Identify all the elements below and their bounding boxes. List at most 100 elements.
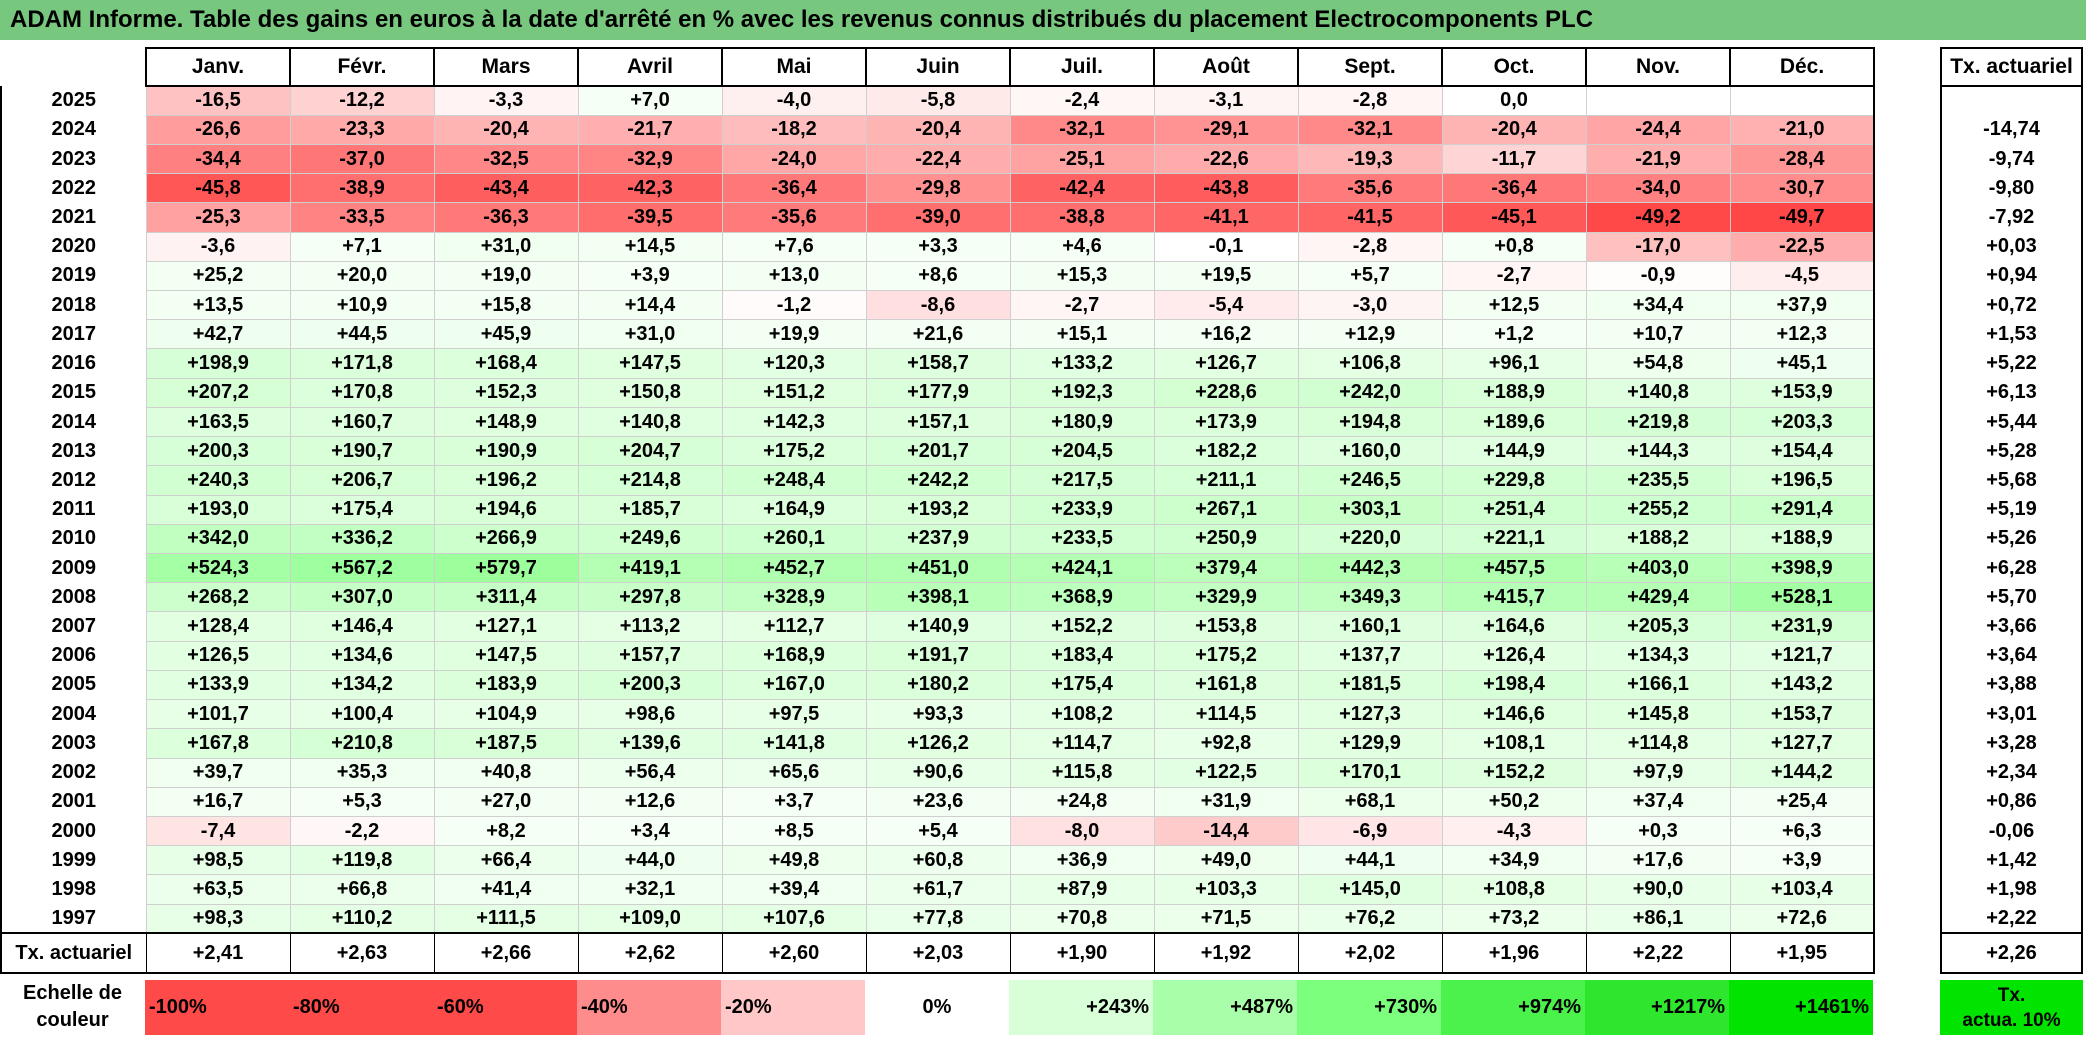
actuarial-rate-cell: +5,68 — [1940, 465, 2083, 496]
year-label: 2020 — [0, 232, 146, 262]
gain-cell: +291,4 — [1729, 495, 1875, 525]
gain-cell: +200,3 — [577, 670, 723, 701]
gain-cell: -6,9 — [1297, 816, 1443, 847]
gain-cell: +429,4 — [1585, 582, 1731, 613]
gain-cell: +106,8 — [1297, 348, 1443, 379]
gain-cell: -32,5 — [433, 144, 579, 175]
gain-cell: +66,4 — [433, 845, 579, 876]
gain-cell: +8,5 — [721, 816, 867, 847]
gain-cell: +23,6 — [865, 787, 1011, 817]
gain-cell: +528,1 — [1729, 582, 1875, 613]
gain-cell: -26,6 — [145, 115, 291, 145]
table-row: 2018 +13,5 +10,9 +15,8 +14,4 -1,2 -8,6 -2,7 -5,4… — [0, 290, 1875, 321]
gain-cell: +175,2 — [1153, 641, 1299, 671]
gain-cell: +141,8 — [721, 728, 867, 759]
gain-cell: +68,1 — [1297, 787, 1443, 817]
gain-cell: -34,4 — [145, 144, 291, 175]
gain-cell: +1,2 — [1441, 319, 1587, 350]
gain-cell: +60,8 — [865, 845, 1011, 876]
gain-cell: +108,2 — [1009, 699, 1155, 730]
gain-cell: +13,5 — [145, 290, 291, 321]
gain-cell: +93,3 — [865, 699, 1011, 730]
month-header: Déc. — [1729, 47, 1875, 87]
gain-cell: +151,2 — [721, 378, 867, 408]
gain-cell: +97,5 — [721, 699, 867, 730]
gain-cell: +379,4 — [1153, 553, 1299, 584]
gain-cell: +297,8 — [577, 582, 723, 613]
actuarial-swatch-line1: Tx. — [1997, 985, 2026, 1006]
scale-swatch: +974% — [1441, 980, 1585, 1035]
table-row: 2006 +126,5 +134,6 +147,5 +157,7 +168,9 +191,7… — [0, 641, 1875, 671]
table-row: 2019 +25,2 +20,0 +19,0 +3,9 +13,0 +8,6 +15,3 +19… — [0, 261, 1875, 292]
actuarial-rate-cell — [1940, 86, 2083, 116]
gain-cell: +452,7 — [721, 553, 867, 584]
gain-cell: -45,8 — [145, 173, 291, 204]
gain-cell: +119,8 — [289, 845, 435, 876]
gain-cell: -49,2 — [1585, 202, 1731, 233]
gain-cell: +145,0 — [1297, 874, 1443, 905]
gain-cell: +17,6 — [1585, 845, 1731, 876]
gain-cell: +153,8 — [1153, 611, 1299, 642]
actuarial-rate-cell: +3,66 — [1940, 611, 2083, 642]
gain-cell: +194,6 — [433, 495, 579, 525]
gain-cell: +266,9 — [433, 524, 579, 555]
gain-cell: +16,2 — [1153, 319, 1299, 350]
gain-cell: -5,8 — [865, 86, 1011, 116]
gain-cell: +457,5 — [1441, 553, 1587, 584]
gain-cell: +210,8 — [289, 728, 435, 759]
gain-cell: +27,0 — [433, 787, 579, 817]
footer-rate-cell: +2,62 — [577, 932, 723, 975]
gain-cell: +37,4 — [1585, 787, 1731, 817]
gain-cell: +12,3 — [1729, 319, 1875, 350]
gain-cell: +349,3 — [1297, 582, 1443, 613]
gain-cell: +140,8 — [1585, 378, 1731, 408]
actuarial-rate-cell: +0,86 — [1940, 787, 2083, 817]
gain-cell: -42,3 — [577, 173, 723, 204]
gain-cell: +201,7 — [865, 436, 1011, 467]
gain-cell: +240,3 — [145, 465, 291, 496]
gain-cell: +150,8 — [577, 378, 723, 408]
footer-rate-cell: +2,66 — [433, 932, 579, 975]
gain-cell: +16,7 — [145, 787, 291, 817]
color-scale-legend: Echelle de couleur Tx. actua. 10% -100% -… — [0, 978, 2086, 1037]
gain-cell: +228,6 — [1153, 378, 1299, 408]
gain-cell: +126,4 — [1441, 641, 1587, 671]
gain-cell: -21,0 — [1729, 115, 1875, 145]
gain-cell: +86,1 — [1585, 904, 1731, 934]
gain-cell: +8,6 — [865, 261, 1011, 292]
gain-cell: +175,4 — [289, 495, 435, 525]
year-label: 2015 — [0, 378, 146, 408]
gain-cell: -41,5 — [1297, 202, 1443, 233]
gain-cell: +579,7 — [433, 553, 579, 584]
gain-cell: +342,0 — [145, 524, 291, 555]
year-label: 2003 — [0, 728, 146, 759]
gain-cell: -36,4 — [1441, 173, 1587, 204]
year-label: 2017 — [0, 319, 146, 349]
actuarial-rate-cell: +6,13 — [1940, 378, 2083, 408]
actuarial-rate-cell: +5,22 — [1940, 348, 2083, 379]
gain-cell: +193,2 — [865, 495, 1011, 525]
gain-cell: +15,3 — [1009, 261, 1155, 292]
gain-cell: -39,0 — [865, 202, 1011, 233]
gain-cell: +180,2 — [865, 670, 1011, 701]
gain-cell: +268,2 — [145, 582, 291, 613]
gain-cell: -25,1 — [1009, 144, 1155, 175]
gain-cell: +127,7 — [1729, 728, 1875, 759]
gain-cell: -18,2 — [721, 115, 867, 145]
table-row: 2015 +207,2 +170,8 +152,3 +150,8 +151,2 +177,9… — [0, 378, 1875, 408]
gain-cell: +31,0 — [577, 319, 723, 350]
month-header: Févr. — [289, 47, 435, 87]
gain-cell: +147,5 — [433, 641, 579, 671]
gain-cell: -49,7 — [1729, 202, 1875, 233]
gain-cell: +260,1 — [721, 524, 867, 555]
footer-rate-cell: +1,90 — [1009, 932, 1155, 975]
gain-cell: +126,2 — [865, 728, 1011, 759]
gain-cell: -22,5 — [1729, 232, 1875, 262]
gain-cell: +442,3 — [1297, 553, 1443, 584]
gain-cell: -24,0 — [721, 144, 867, 175]
year-label: 1997 — [0, 904, 146, 934]
gain-cell: +328,9 — [721, 582, 867, 613]
gain-cell: +14,5 — [577, 232, 723, 262]
gain-cell: +103,4 — [1729, 874, 1875, 905]
gain-cell: -16,5 — [145, 85, 291, 116]
